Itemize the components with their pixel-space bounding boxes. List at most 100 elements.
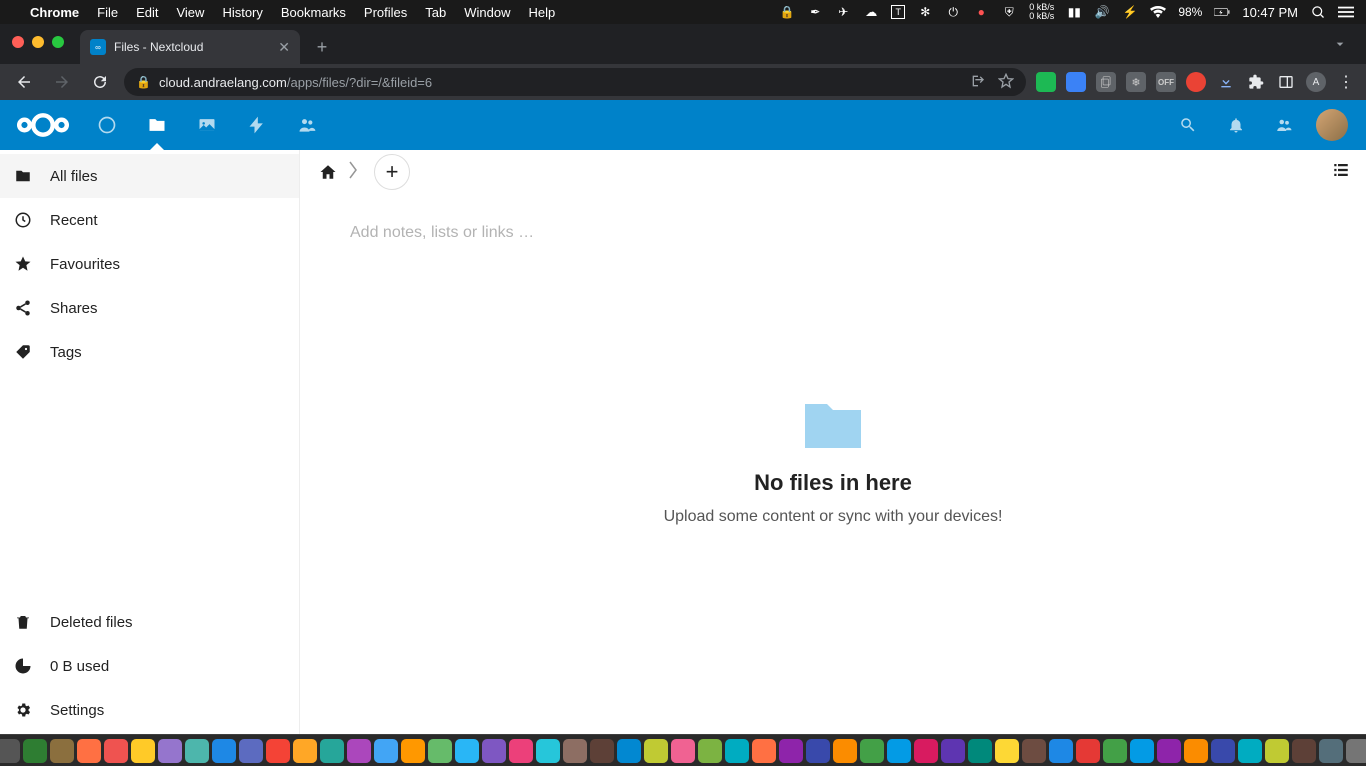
power-icon[interactable]: ⏻ (945, 4, 961, 20)
gear-icon[interactable]: ✻ (917, 4, 933, 20)
dock-app-icon[interactable] (1103, 739, 1127, 763)
menubar-app-name[interactable]: Chrome (30, 5, 79, 20)
dock-app-icon[interactable] (1130, 739, 1154, 763)
dock-app-icon[interactable] (536, 739, 560, 763)
nav-contacts[interactable] (282, 100, 332, 150)
nav-photos[interactable] (182, 100, 232, 150)
volume-icon[interactable]: 🔊 (1094, 4, 1110, 20)
dock-app-icon[interactable] (293, 739, 317, 763)
dock-app-icon[interactable] (212, 739, 236, 763)
bolt-icon[interactable]: ⚡ (1122, 4, 1138, 20)
shield-icon[interactable]: ⛨ (1001, 4, 1017, 20)
wifi-icon[interactable] (1150, 4, 1166, 20)
ext-download-icon[interactable] (1216, 72, 1236, 92)
sidebar-item-recent[interactable]: Recent (0, 198, 299, 242)
dock-app-icon[interactable] (77, 739, 101, 763)
nav-dashboard[interactable] (82, 100, 132, 150)
ext-panel-icon[interactable] (1276, 72, 1296, 92)
notes-input[interactable] (350, 224, 1316, 242)
spotlight-icon[interactable] (1310, 4, 1326, 20)
text-icon[interactable]: T (891, 5, 905, 19)
dock-app-icon[interactable] (266, 739, 290, 763)
dock-app-icon[interactable] (401, 739, 425, 763)
dock-app-icon[interactable] (1265, 739, 1289, 763)
new-file-button[interactable]: + (374, 154, 410, 190)
dock-app-icon[interactable] (914, 739, 938, 763)
cloud-icon[interactable]: ☁ (863, 4, 879, 20)
menu-tab[interactable]: Tab (425, 5, 446, 20)
network-stats[interactable]: 0 kB/s0 kB/s (1029, 3, 1054, 21)
sidebar-item-shares[interactable]: Shares (0, 286, 299, 330)
dock-app-icon[interactable] (671, 739, 695, 763)
battery-percent[interactable]: 98% (1178, 5, 1202, 19)
dock-app-icon[interactable] (509, 739, 533, 763)
dock-app-icon[interactable] (617, 739, 641, 763)
share-icon[interactable] (970, 73, 986, 92)
ext-snow-icon[interactable]: ❄ (1126, 72, 1146, 92)
menu-edit[interactable]: Edit (136, 5, 158, 20)
ext-blue-icon[interactable] (1066, 72, 1086, 92)
site-lock-icon[interactable]: 🔒 (136, 75, 151, 89)
dock-app-icon[interactable] (374, 739, 398, 763)
menubar-clock[interactable]: 10:47 PM (1242, 5, 1298, 20)
forward-button[interactable] (48, 68, 76, 96)
browser-tab[interactable]: ∞ Files - Nextcloud ✕ (80, 30, 300, 64)
dock-app-icon[interactable] (239, 739, 263, 763)
header-contacts-button[interactable] (1262, 103, 1306, 147)
dock-app-icon[interactable] (698, 739, 722, 763)
battery-icon[interactable] (1214, 4, 1230, 20)
dock-app-icon[interactable] (725, 739, 749, 763)
header-search-button[interactable] (1166, 103, 1210, 147)
dock-app-icon[interactable] (941, 739, 965, 763)
dock-app-icon[interactable] (131, 739, 155, 763)
menu-help[interactable]: Help (529, 5, 556, 20)
dock-app-icon[interactable] (590, 739, 614, 763)
dock-app-icon[interactable] (50, 739, 74, 763)
dock-app-icon[interactable] (0, 739, 20, 763)
dock-app-icon[interactable] (1049, 739, 1073, 763)
new-tab-button[interactable]: + (308, 33, 336, 61)
sidebar-item-tags[interactable]: Tags (0, 330, 299, 374)
record-icon[interactable]: ● (973, 4, 989, 20)
address-bar[interactable]: 🔒 cloud.andraelang.com/apps/files/?dir=/… (124, 68, 1026, 96)
dock-app-icon[interactable] (1346, 739, 1366, 763)
dock-app-icon[interactable] (104, 739, 128, 763)
telegram-icon[interactable]: ✈ (835, 4, 851, 20)
back-button[interactable] (10, 68, 38, 96)
dock-app-icon[interactable] (1319, 739, 1343, 763)
sidebar-item-all-files[interactable]: All files (0, 154, 299, 198)
dock-app-icon[interactable] (320, 739, 344, 763)
menu-profiles[interactable]: Profiles (364, 5, 407, 20)
minimize-window-button[interactable] (32, 36, 44, 48)
dock-app-icon[interactable] (482, 739, 506, 763)
ext-off-icon[interactable]: OFF (1156, 72, 1176, 92)
dock-app-icon[interactable] (1022, 739, 1046, 763)
chrome-menu-button[interactable]: ⋮ (1336, 72, 1356, 92)
dock-app-icon[interactable] (428, 739, 452, 763)
ext-green-icon[interactable] (1036, 72, 1056, 92)
dock-app-icon[interactable] (1157, 739, 1181, 763)
sidebar-item-favourites[interactable]: Favourites (0, 242, 299, 286)
close-window-button[interactable] (12, 36, 24, 48)
ext-record-icon[interactable] (1186, 72, 1206, 92)
view-toggle-button[interactable] (1332, 161, 1350, 184)
menu-history[interactable]: History (222, 5, 262, 20)
dock-app-icon[interactable] (968, 739, 992, 763)
bookmark-star-icon[interactable] (998, 73, 1014, 92)
dock-app-icon[interactable] (644, 739, 668, 763)
dock-app-icon[interactable] (995, 739, 1019, 763)
menu-file[interactable]: File (97, 5, 118, 20)
chrome-profile-avatar[interactable]: A (1306, 72, 1326, 92)
dock-app-icon[interactable] (1238, 739, 1262, 763)
tab-overflow-button[interactable] (1330, 34, 1350, 54)
dock-app-icon[interactable] (1076, 739, 1100, 763)
menu-bookmarks[interactable]: Bookmarks (281, 5, 346, 20)
sidebar-item-deleted[interactable]: Deleted files (0, 600, 299, 644)
dock-app-icon[interactable] (1292, 739, 1316, 763)
quill-icon[interactable]: ✒ (807, 4, 823, 20)
tab-close-button[interactable]: ✕ (278, 39, 290, 56)
sidebar-item-settings[interactable]: Settings (0, 688, 299, 732)
header-notifications-button[interactable] (1214, 103, 1258, 147)
dock-app-icon[interactable] (887, 739, 911, 763)
menu-view[interactable]: View (176, 5, 204, 20)
